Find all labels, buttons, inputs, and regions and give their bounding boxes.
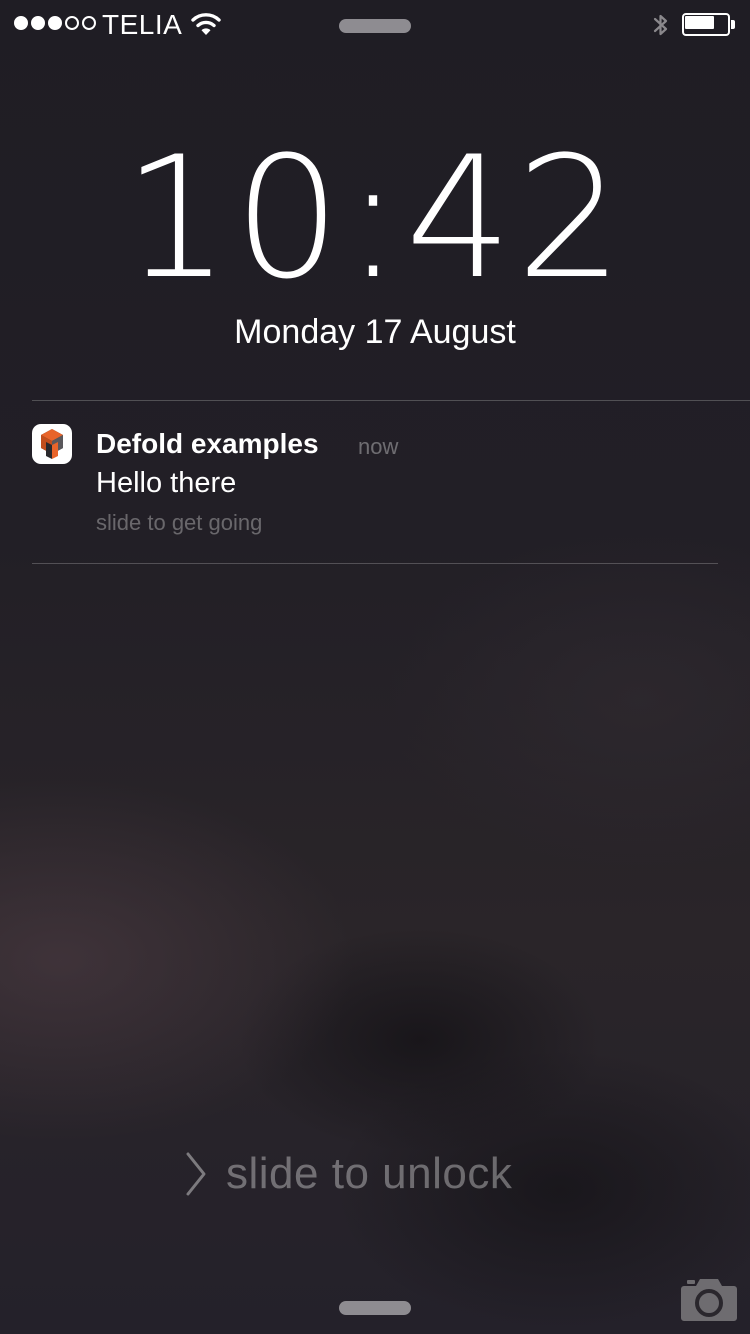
lock-screen: TELIA 10:42 Monday 17 August Defold exam… bbox=[0, 0, 750, 1334]
chevron-right-icon bbox=[180, 1146, 214, 1202]
signal-dot bbox=[82, 16, 96, 30]
lock-clock: 10:42 bbox=[122, 120, 628, 316]
battery-level bbox=[685, 16, 714, 29]
notification-center-grabber[interactable] bbox=[339, 19, 411, 33]
notification-time: now bbox=[358, 434, 399, 459]
control-center-grabber[interactable] bbox=[339, 1301, 411, 1315]
signal-strength-indicator bbox=[14, 16, 96, 30]
signal-dot bbox=[31, 16, 45, 30]
defold-app-icon bbox=[32, 424, 72, 464]
unlock-label: slide to unlock bbox=[226, 1149, 513, 1198]
signal-dot bbox=[48, 16, 62, 30]
wifi-icon bbox=[191, 11, 221, 42]
carrier-name: TELIA bbox=[102, 9, 183, 40]
slide-to-unlock[interactable]: slide to unlock bbox=[180, 1146, 512, 1202]
lock-date: Monday 17 August bbox=[234, 313, 516, 351]
battery-icon bbox=[682, 13, 736, 36]
bluetooth-icon bbox=[652, 12, 670, 43]
notification-action-hint: slide to get going bbox=[96, 510, 263, 535]
status-bar: TELIA bbox=[0, 0, 750, 48]
notification-app-name: Defold examples bbox=[96, 428, 319, 459]
signal-dot bbox=[65, 16, 79, 30]
camera-icon[interactable] bbox=[680, 1274, 738, 1322]
notification-message: Hello there bbox=[96, 467, 237, 499]
signal-dot bbox=[14, 16, 28, 30]
divider bbox=[32, 563, 718, 564]
notification-card[interactable]: Defold examples now Hello there slide to… bbox=[0, 401, 750, 563]
